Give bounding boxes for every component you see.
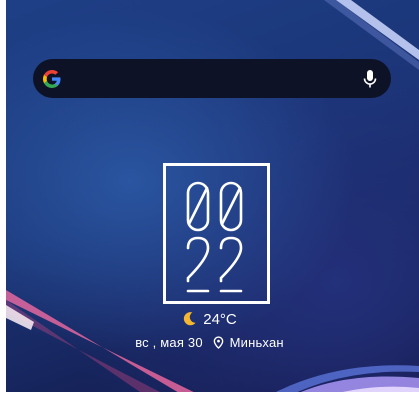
microphone-icon[interactable] — [363, 69, 377, 89]
google-search-bar[interactable] — [33, 59, 391, 98]
date-text: вс , мая 30 — [135, 335, 203, 350]
clock-digits — [186, 181, 243, 293]
temperature: 24°C — [203, 311, 237, 328]
clock-widget[interactable]: 00 22 — [163, 163, 270, 304]
screen-edge-bottom — [0, 392, 419, 403]
google-g-icon[interactable] — [42, 69, 62, 89]
crescent-moon-icon — [184, 312, 196, 326]
location-text: Миньхан — [229, 335, 284, 350]
date-location-row[interactable]: вс , мая 30 Миньхан — [0, 335, 419, 351]
location-pin-icon — [213, 336, 223, 349]
weather-row[interactable]: 24°C — [0, 311, 419, 329]
home-screen: 00 22 24°C вс , мая 30 — [0, 0, 419, 403]
